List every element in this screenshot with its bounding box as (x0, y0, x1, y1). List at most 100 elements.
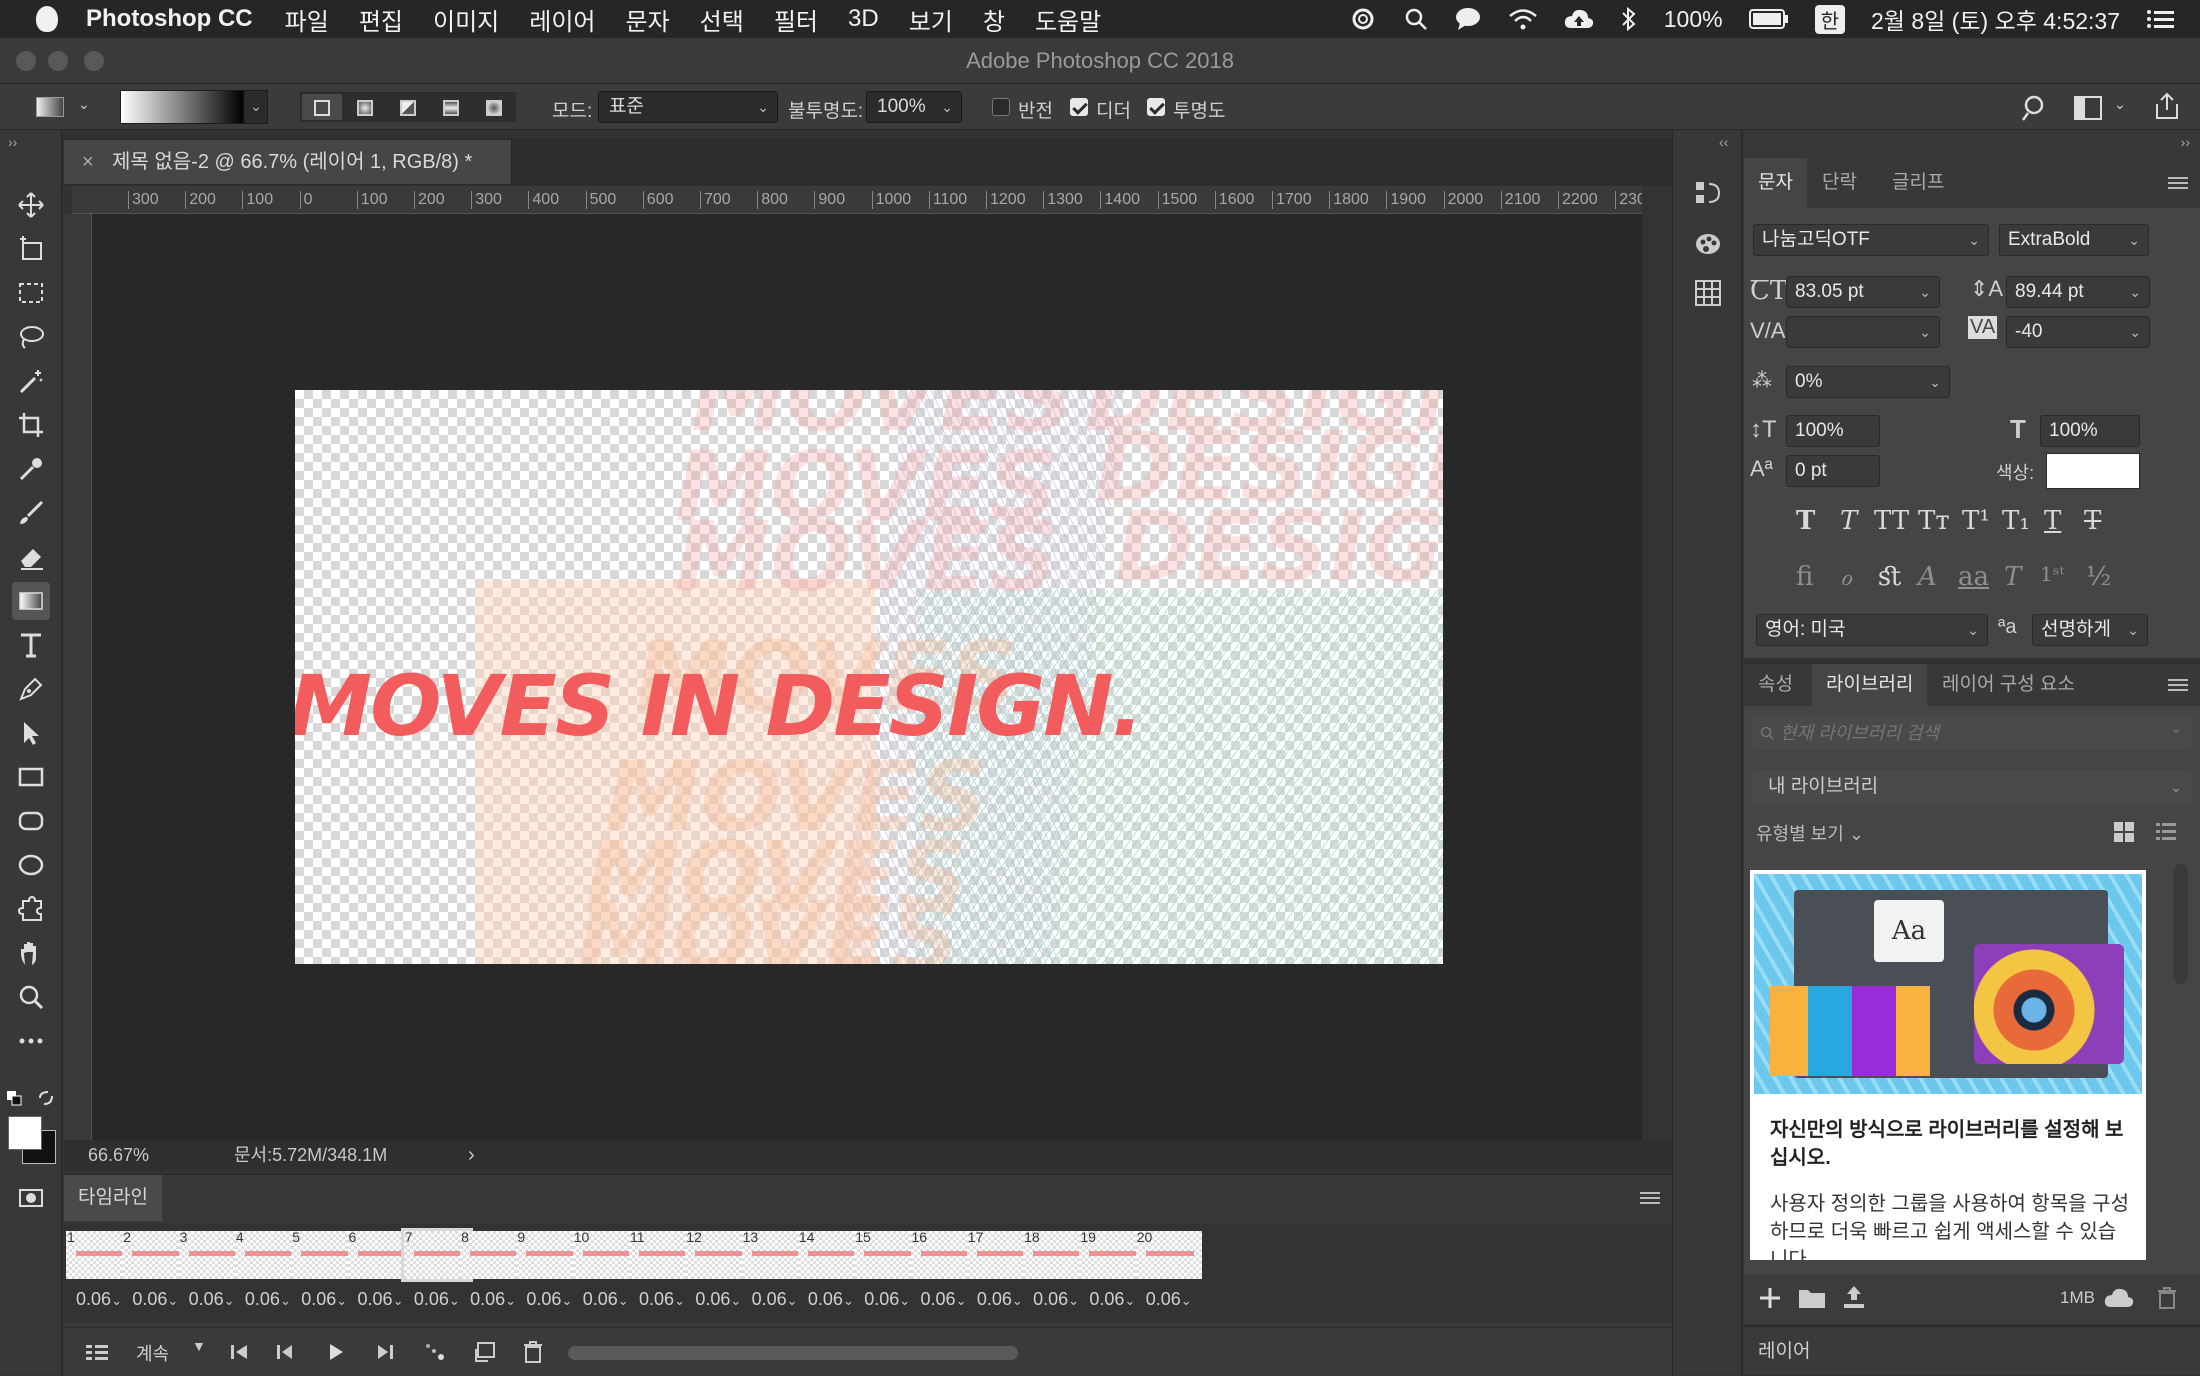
kerning-field[interactable]: ⌄ (1786, 316, 1940, 348)
language-dropdown[interactable]: 영어: 미국 ⌄ (1756, 614, 1988, 646)
history-icon[interactable] (1693, 178, 1723, 208)
list-view-icon[interactable] (2154, 820, 2178, 844)
move-tool[interactable] (12, 186, 50, 224)
magic-wand-tool[interactable] (12, 362, 50, 400)
workspace-icon[interactable] (2074, 96, 2102, 120)
pen-tool[interactable] (12, 670, 50, 708)
library-search-field[interactable]: ⌄ (1752, 716, 2192, 750)
type-tool[interactable] (12, 626, 50, 664)
gradient-tool-preset-icon[interactable] (36, 97, 64, 117)
font-size-field[interactable]: 83.05 pt ⌄ (1786, 276, 1940, 308)
quick-mask-button[interactable] (12, 1178, 50, 1216)
panel-menu-icon[interactable] (2168, 678, 2188, 692)
bluetooth-icon[interactable] (1620, 7, 1638, 31)
gradient-picker-dropdown-icon[interactable]: ⌄ (244, 90, 268, 124)
menu-window[interactable]: 창 (983, 2, 1005, 37)
transparency-checkbox[interactable] (1147, 98, 1165, 116)
dither-checkbox[interactable] (1070, 98, 1088, 116)
animation-frame[interactable]: 20 0.06⌄ (1132, 1227, 1206, 1321)
first-frame-icon[interactable] (228, 1342, 250, 1362)
grid-view-icon[interactable] (2112, 820, 2136, 844)
zoom-tool[interactable] (12, 978, 50, 1016)
eyedropper-tool[interactable] (12, 450, 50, 488)
search-icon[interactable] (2022, 94, 2050, 122)
menu-view[interactable]: 보기 (909, 2, 953, 37)
message-icon[interactable] (1454, 7, 1482, 31)
cloud-sync-icon[interactable] (2104, 1288, 2134, 1308)
tab-glyphs[interactable]: 글리프 (1878, 158, 1958, 208)
tab-properties[interactable]: 속성 (1744, 664, 1807, 706)
underline-button[interactable]: T (2044, 506, 2061, 536)
tsume-field[interactable]: 0% ⌄ (1786, 366, 1950, 398)
all-caps-button[interactable]: TT (1874, 506, 1909, 536)
document-canvas[interactable]: MOVES MOVES MOVES MOVES MOVES MOVES MOVE… (295, 390, 1443, 964)
library-scrollbar[interactable] (2174, 864, 2188, 984)
convert-to-video-timeline-icon[interactable] (84, 1342, 110, 1364)
subscript-button[interactable]: T₁ (2002, 506, 2030, 536)
swash-ligature-button[interactable]: ﬆ (1878, 562, 1902, 592)
control-center-icon[interactable] (2146, 8, 2176, 30)
swap-colors-icon[interactable] (38, 1090, 56, 1108)
brush-tool[interactable] (12, 494, 50, 532)
close-tab-icon[interactable]: × (82, 140, 94, 184)
foreground-color-swatch[interactable] (8, 1116, 42, 1150)
small-caps-button[interactable]: Tт (1918, 506, 1950, 536)
collapse-arrows-icon[interactable]: ›› (8, 134, 17, 150)
library-selector-dropdown[interactable]: 내 라이브러리 ⌄ (1752, 770, 2192, 804)
tab-paragraph[interactable]: 단락 (1808, 158, 1871, 208)
chevron-down-icon[interactable]: ⌄ (78, 96, 90, 113)
menu-3d[interactable]: 3D (848, 5, 879, 33)
upload-icon[interactable] (1842, 1284, 1866, 1310)
loop-option[interactable]: 계속 (136, 1340, 169, 1366)
opacity-field[interactable]: 100% ⌄ (866, 91, 962, 123)
panel-menu-icon[interactable] (1640, 1191, 1660, 1205)
titling-alternates-button[interactable]: T (2004, 562, 2021, 592)
panel-menu-icon[interactable] (2168, 176, 2188, 190)
menu-edit[interactable]: 편집 (359, 2, 403, 37)
linear-gradient-button[interactable] (302, 94, 342, 120)
next-frame-icon[interactable] (374, 1342, 396, 1362)
battery-icon[interactable] (1748, 8, 1789, 30)
folder-icon[interactable] (1798, 1286, 1826, 1310)
leading-field[interactable]: 89.44 pt ⌄ (2006, 276, 2150, 308)
strikethrough-button[interactable]: T (2084, 506, 2101, 536)
previous-frame-icon[interactable] (274, 1342, 296, 1362)
creative-cloud-icon[interactable] (1348, 8, 1378, 30)
color-palette-icon[interactable] (1693, 228, 1723, 258)
chevron-right-icon[interactable]: › (468, 1140, 475, 1170)
crop-tool[interactable] (12, 406, 50, 444)
apple-icon[interactable] (36, 6, 58, 32)
rectangle-tool[interactable] (12, 758, 50, 796)
radial-gradient-button[interactable] (345, 94, 385, 120)
zoom-level[interactable]: 66.67% (88, 1140, 149, 1170)
menu-select[interactable]: 선택 (700, 2, 744, 37)
menu-help[interactable]: 도움말 (1035, 2, 1101, 37)
swash-button[interactable]: A (1918, 562, 1937, 592)
antialias-dropdown[interactable]: 선명하게 ⌄ (2032, 614, 2148, 646)
gradient-tool[interactable] (12, 582, 50, 620)
discretionary-ligatures-button[interactable]: ℴ (1840, 562, 1852, 592)
custom-shape-tool[interactable] (12, 890, 50, 928)
stylistic-alternates-button[interactable]: aa (1958, 562, 1989, 592)
fractions-button[interactable]: ½ (2086, 562, 2111, 592)
play-icon[interactable] (326, 1342, 346, 1362)
reflected-gradient-button[interactable] (431, 94, 471, 120)
tab-libraries[interactable]: 라이브러리 (1812, 664, 1928, 706)
superscript-button[interactable]: T¹ (1962, 506, 1990, 536)
layers-panel-header[interactable]: 레이어 (1744, 1326, 2200, 1375)
menu-layer[interactable]: 레이어 (529, 2, 595, 37)
ellipse-tool[interactable] (12, 846, 50, 884)
duplicate-frame-icon[interactable] (474, 1341, 496, 1363)
tween-icon[interactable] (424, 1342, 448, 1362)
ordinals-button[interactable]: 1ˢᵗ (2040, 562, 2064, 586)
trash-icon[interactable] (522, 1340, 544, 1364)
vertical-scale-field[interactable]: 100% (1786, 415, 1880, 447)
collapse-arrows-icon[interactable]: ›› (2181, 134, 2190, 150)
artboard-tool[interactable] (12, 230, 50, 268)
text-color-swatch[interactable] (2046, 453, 2140, 489)
timeline-scrollbar[interactable] (568, 1346, 1018, 1360)
rounded-rectangle-tool[interactable] (12, 802, 50, 840)
search-icon[interactable] (1404, 7, 1428, 31)
font-family-dropdown[interactable]: 나눔고딕OTF ⌄ (1753, 224, 1989, 256)
ligatures-button[interactable]: ﬁ (1796, 562, 1813, 592)
